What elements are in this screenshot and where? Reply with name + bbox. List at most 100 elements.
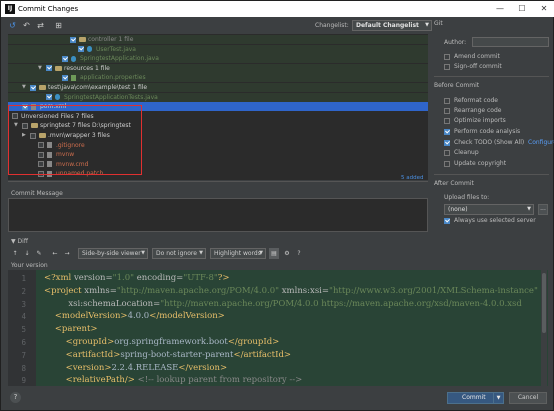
file-icon: [71, 74, 76, 81]
minimize-button[interactable]: —: [489, 1, 511, 17]
line-number: 7: [21, 350, 26, 360]
prev-change-icon[interactable]: ↑: [10, 248, 20, 259]
highlight-box: [8, 105, 142, 175]
window-title: Commit Changes: [18, 5, 79, 13]
line-number: 5: [21, 325, 26, 335]
divider: [434, 174, 549, 175]
tree-row-label: UserTest.java: [96, 45, 136, 53]
chevron-down-icon[interactable]: ▼: [38, 64, 42, 73]
configure-link[interactable]: Configure: [528, 138, 554, 147]
tree-row-checkbox[interactable]: [70, 36, 76, 43]
next-change-icon[interactable]: ↓: [22, 248, 32, 259]
code-line: <parent>: [54, 324, 98, 335]
tree-row-label: SpringtestApplicationTests.java: [64, 93, 158, 101]
upload-target-select[interactable]: (none) ▼: [444, 204, 534, 215]
diff-icon[interactable]: ⇄: [35, 20, 46, 31]
tree-row[interactable]: application.properties: [8, 73, 428, 83]
chevron-down-icon[interactable]: ▼: [493, 393, 503, 403]
viewer-select[interactable]: Side-by-side viewer ▼: [78, 248, 148, 259]
upload-files-label: Upload files to:: [444, 194, 490, 201]
maximize-button[interactable]: ☐: [511, 1, 533, 17]
commit-changes-dialog: IJ Commit Changes — ☐ ✕ ↺ ↶ ⇄ ⊞ Changeli…: [0, 0, 554, 411]
tree-row[interactable]: SpringtestApplication.java: [8, 54, 428, 64]
code-line: <artifactId>spring-boot-starter-parent</…: [65, 349, 292, 360]
code-line: xsi:schemaLocation="http://maven.apache.…: [68, 298, 522, 309]
highlight-select[interactable]: Highlight words ▼: [210, 248, 266, 259]
tree-row-checkbox[interactable]: [62, 55, 68, 62]
chevron-down-icon: ▼: [527, 206, 531, 212]
splitter[interactable]: [8, 181, 428, 182]
file-icon: [71, 55, 76, 62]
help-button[interactable]: ?: [10, 392, 21, 403]
rollback-icon[interactable]: ↶: [21, 20, 32, 31]
changelist-value: Default Changelist: [356, 22, 419, 29]
tree-row-label: test\java\com\example\test 1 file: [48, 84, 148, 91]
chevron-down-icon[interactable]: ▼: [22, 83, 26, 92]
after-commit-title: After Commit: [434, 180, 474, 187]
group-by-icon[interactable]: ⊞: [53, 20, 64, 31]
code-line: <project xmlns="http://maven.apache.org/…: [44, 285, 538, 296]
changelist-label: Changelist:: [315, 22, 349, 29]
folder-icon: [79, 37, 86, 42]
tree-row[interactable]: ▼ test\java\com\example\test 1 file: [8, 83, 428, 92]
code-line: <groupId>org.springframework.boot</group…: [65, 337, 280, 347]
diff-editor[interactable]: 1 <?xml version="1.0" encoding="UTF-8"?> 2…: [8, 270, 548, 386]
diff-toolbar: ↑ ↓ ✎ ← → Side-by-side viewer ▼ Do not ig…: [8, 247, 548, 261]
divider: [434, 76, 549, 77]
settings-gear-icon[interactable]: ⚙: [282, 248, 292, 259]
commit-label: Commit: [462, 394, 486, 401]
code-line: <?xml version="1.0" encoding="UTF-8"?>: [44, 273, 230, 283]
tree-row-checkbox[interactable]: [30, 84, 36, 91]
commit-message-label: Commit Message: [11, 190, 63, 197]
browse-button[interactable]: ...: [538, 204, 548, 215]
intellij-logo-icon: IJ: [5, 4, 15, 14]
forward-icon[interactable]: →: [62, 248, 72, 259]
line-number: 6: [21, 338, 26, 347]
changelist-select[interactable]: Default Changelist ▼: [352, 20, 432, 31]
your-version-label: Your version: [11, 262, 48, 269]
tree-row[interactable]: UserTest.java: [8, 44, 428, 54]
editor-scrollbar-thumb[interactable]: [542, 273, 546, 333]
collapse-unchanged-icon[interactable]: ▤: [269, 248, 279, 259]
help-icon[interactable]: ?: [294, 248, 304, 259]
tree-row-label: controller 1 file: [88, 36, 134, 43]
chevron-down-icon: ▼: [425, 22, 429, 28]
tree-row-checkbox[interactable]: [78, 46, 84, 53]
title-bar: IJ Commit Changes — ☐ ✕: [1, 1, 554, 17]
tree-row-checkbox[interactable]: [62, 74, 68, 81]
author-input[interactable]: [472, 37, 549, 47]
git-section-title: Git: [434, 20, 443, 27]
code-line: <version>2.2.4.RELEASE</version>: [65, 362, 228, 373]
changes-toolbar: ↺ ↶ ⇄ ⊞ Changelist: Default Changelist ▼: [7, 20, 432, 32]
back-icon[interactable]: ←: [50, 248, 60, 259]
file-icon: [87, 46, 92, 53]
close-button[interactable]: ✕: [533, 1, 554, 17]
upload-target-value: (none): [448, 206, 468, 213]
ignore-select[interactable]: Do not ignore ▼: [152, 248, 206, 259]
code-line: <relativePath/> <!-- lookup parent from …: [65, 375, 303, 386]
diff-section-title: ▼ Diff: [11, 238, 28, 245]
tree-row-label: application.properties: [80, 74, 146, 82]
commit-message-input[interactable]: [8, 198, 428, 232]
line-number: 9: [21, 376, 26, 386]
line-number: 3: [21, 299, 26, 309]
line-number: 1: [21, 274, 26, 283]
folder-icon: [39, 85, 46, 90]
tree-row-checkbox[interactable]: [46, 65, 52, 72]
tree-row[interactable]: ▼ resources 1 file: [8, 63, 428, 73]
before-commit-title: Before Commit: [434, 82, 480, 89]
line-number: 2: [21, 286, 26, 296]
refresh-icon[interactable]: ↺: [7, 20, 18, 31]
cancel-button[interactable]: Cancel: [509, 392, 547, 404]
commit-button[interactable]: Commit ▼: [447, 392, 504, 404]
tree-row-label: SpringtestApplication.java: [80, 55, 159, 63]
code-line: <modelVersion>4.0.0</modelVersion>: [54, 311, 225, 322]
tree-row-label: resources 1 file: [64, 64, 110, 72]
tree-row-checkbox[interactable]: [46, 94, 52, 101]
folder-icon: [55, 65, 62, 71]
tree-row[interactable]: controller 1 file: [8, 35, 428, 44]
author-label: Author:: [444, 39, 467, 46]
line-number: 8: [21, 363, 26, 373]
edit-source-icon[interactable]: ✎: [34, 248, 44, 259]
tree-row[interactable]: SpringtestApplicationTests.java: [8, 92, 428, 102]
